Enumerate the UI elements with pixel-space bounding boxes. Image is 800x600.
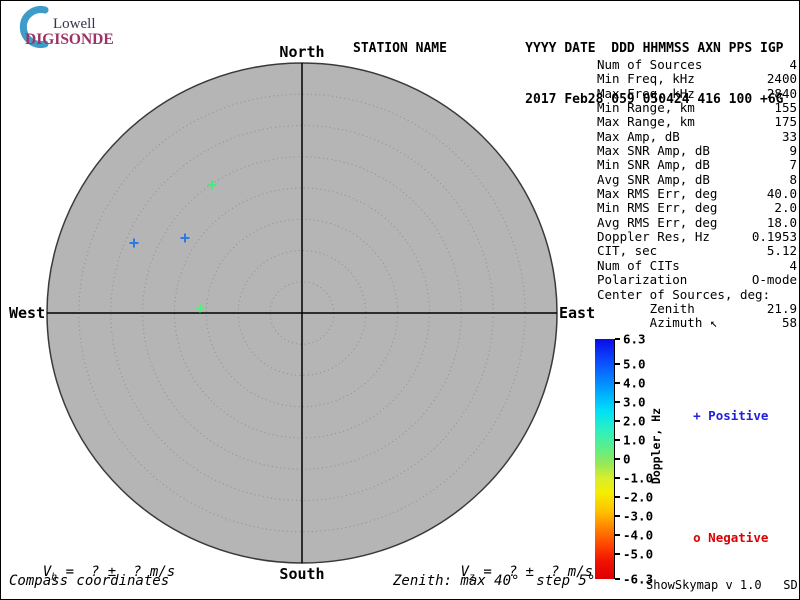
colorbar-tick-label: 5.0 (623, 356, 646, 372)
direction-label-east: East (559, 304, 596, 322)
colorbar-tick-label: -4.0 (623, 527, 654, 543)
colorbar-tick (615, 419, 620, 422)
stat-value: 33 (781, 128, 797, 144)
stat-value: 5.12 (766, 243, 797, 259)
colorbar-tick-label: 6.3 (623, 331, 646, 347)
stat-label: CIT, sec (597, 243, 658, 259)
stat-label: Doppler Res, Hz (597, 229, 710, 245)
stat-value: 0.1953 (751, 229, 797, 245)
stat-label: Min Freq, kHz (597, 71, 695, 87)
stat-value: 2400 (766, 71, 797, 87)
stat-value: 18.0 (766, 214, 797, 230)
stat-value: 2840 (766, 85, 797, 101)
stat-row: Min Freq, kHz 2400 (597, 71, 797, 87)
stat-value: 155 (774, 100, 797, 116)
stat-row: Num of Sources 4 (597, 57, 797, 72)
stat-row: Max Amp, dB 33 (597, 128, 797, 144)
stat-row: Max RMS Err, deg 40.0 (597, 186, 797, 202)
stat-label: Avg SNR Amp, dB (597, 171, 710, 187)
stat-label: Min SNR Amp, dB (597, 157, 710, 173)
stat-value: 9 (789, 143, 797, 159)
stat-label: Max SNR Amp, dB (597, 143, 710, 159)
stat-label: Zenith (597, 300, 695, 316)
colorbar-tick (615, 438, 620, 441)
colorbar-tick (615, 515, 620, 518)
stat-value: 4 (789, 57, 797, 72)
colorbar-tick-label: 2.0 (623, 413, 646, 429)
stat-label: Max Freq, kHz (597, 85, 695, 101)
stat-label: Min RMS Err, deg (597, 200, 718, 216)
direction-label-north: North (279, 43, 325, 61)
skymap-window: Lowell DIGISONDE STATION NAME YYYY DATE … (0, 0, 800, 600)
stat-value: 8 (789, 171, 797, 187)
stat-row: Avg SNR Amp, dB 8 (597, 171, 797, 187)
stat-row: CIT, sec 5.12 (597, 243, 797, 259)
colorbar-gradient (595, 339, 615, 579)
stat-value: 4 (789, 257, 797, 273)
colorbar-tick-label: 4.0 (623, 375, 646, 391)
stat-value: O-mode (751, 272, 797, 288)
stat-row: Max SNR Amp, dB 9 (597, 143, 797, 159)
stat-row: Doppler Res, Hz 0.1953 (597, 229, 797, 245)
stat-row: Azimuth ↖ 58 (597, 315, 797, 331)
stat-row: Max Range, km 175 (597, 114, 797, 130)
colorbar-tick (615, 534, 620, 537)
direction-label-west: West (9, 304, 46, 322)
direction-label-south: South (279, 565, 325, 583)
stat-value: 21.9 (766, 300, 797, 316)
colorbar-tick (615, 553, 620, 556)
stat-value: 40.0 (766, 186, 797, 202)
stat-row: Max Freq, kHz 2840 (597, 85, 797, 101)
colorbar-title: Doppler, Hz (649, 407, 663, 485)
skymap-plot (46, 62, 558, 564)
stat-label: Center of Sources, deg: (597, 286, 771, 302)
stat-label: Num of Sources (597, 57, 703, 72)
stats-panel: Num of Sources 4 Min Freq, kHz 2400 Max Freq… (597, 57, 797, 331)
stat-label: Max Amp, dB (597, 128, 680, 144)
stat-row: Zenith 21.9 (597, 300, 797, 316)
zenith-scale-label: Zenith: max 40° step 5° (393, 573, 596, 589)
circle-marker-icon: o (693, 530, 701, 545)
colorbar-tick (615, 578, 620, 580)
legend-negative: o Negative (663, 515, 768, 560)
colorbar-tick-label: -5.0 (623, 546, 654, 562)
stat-label: Avg RMS Err, deg (597, 214, 718, 230)
colorbar-tick (615, 381, 620, 384)
stat-row: Min SNR Amp, dB 7 (597, 157, 797, 173)
colorbar-tick (615, 477, 620, 480)
colorbar-tick (615, 362, 620, 365)
stat-label: Num of CITs (597, 257, 680, 273)
stat-row: Min RMS Err, deg 2.0 (597, 200, 797, 216)
stat-label: Max Range, km (597, 114, 695, 130)
legend-negative-label: Negative (708, 530, 769, 545)
stat-label: Azimuth ↖ (597, 315, 718, 331)
colorbar-tick-label: -3.0 (623, 508, 654, 524)
colorbar-tick (615, 400, 620, 403)
colorbar-tick-label: 0 (623, 451, 631, 467)
stat-label: Polarization (597, 272, 688, 288)
colorbar-tick (615, 338, 620, 340)
stat-label: Max RMS Err, deg (597, 186, 718, 202)
stat-value: 58 (781, 315, 797, 331)
stat-row: Min Range, km 155 (597, 100, 797, 116)
stat-value: 2.0 (774, 200, 797, 216)
stat-row: Center of Sources, deg: (597, 286, 797, 302)
stat-value: 7 (789, 157, 797, 173)
stat-row: Avg RMS Err, deg 18.0 (597, 214, 797, 230)
colorbar-tick-label: 3.0 (623, 394, 646, 410)
stat-value: 175 (774, 114, 797, 130)
plus-marker-icon: + (693, 408, 701, 423)
colorbar-tick (615, 458, 620, 460)
stat-row: Num of CITs 4 (597, 257, 797, 273)
version-label: ShowSkymap v 1.0 SD v 4.2 (646, 578, 798, 592)
stat-row: Polarization O-mode (597, 272, 797, 288)
colorbar-tick (615, 496, 620, 499)
logo-lowell-text: Lowell (53, 16, 96, 32)
legend-positive: + Positive (663, 393, 768, 438)
colorbar-tick-label: 1.0 (623, 432, 646, 448)
stat-label: Min Range, km (597, 100, 695, 116)
legend-positive-label: Positive (708, 408, 769, 423)
coordinates-mode-label: Compass coordinates (9, 573, 170, 589)
